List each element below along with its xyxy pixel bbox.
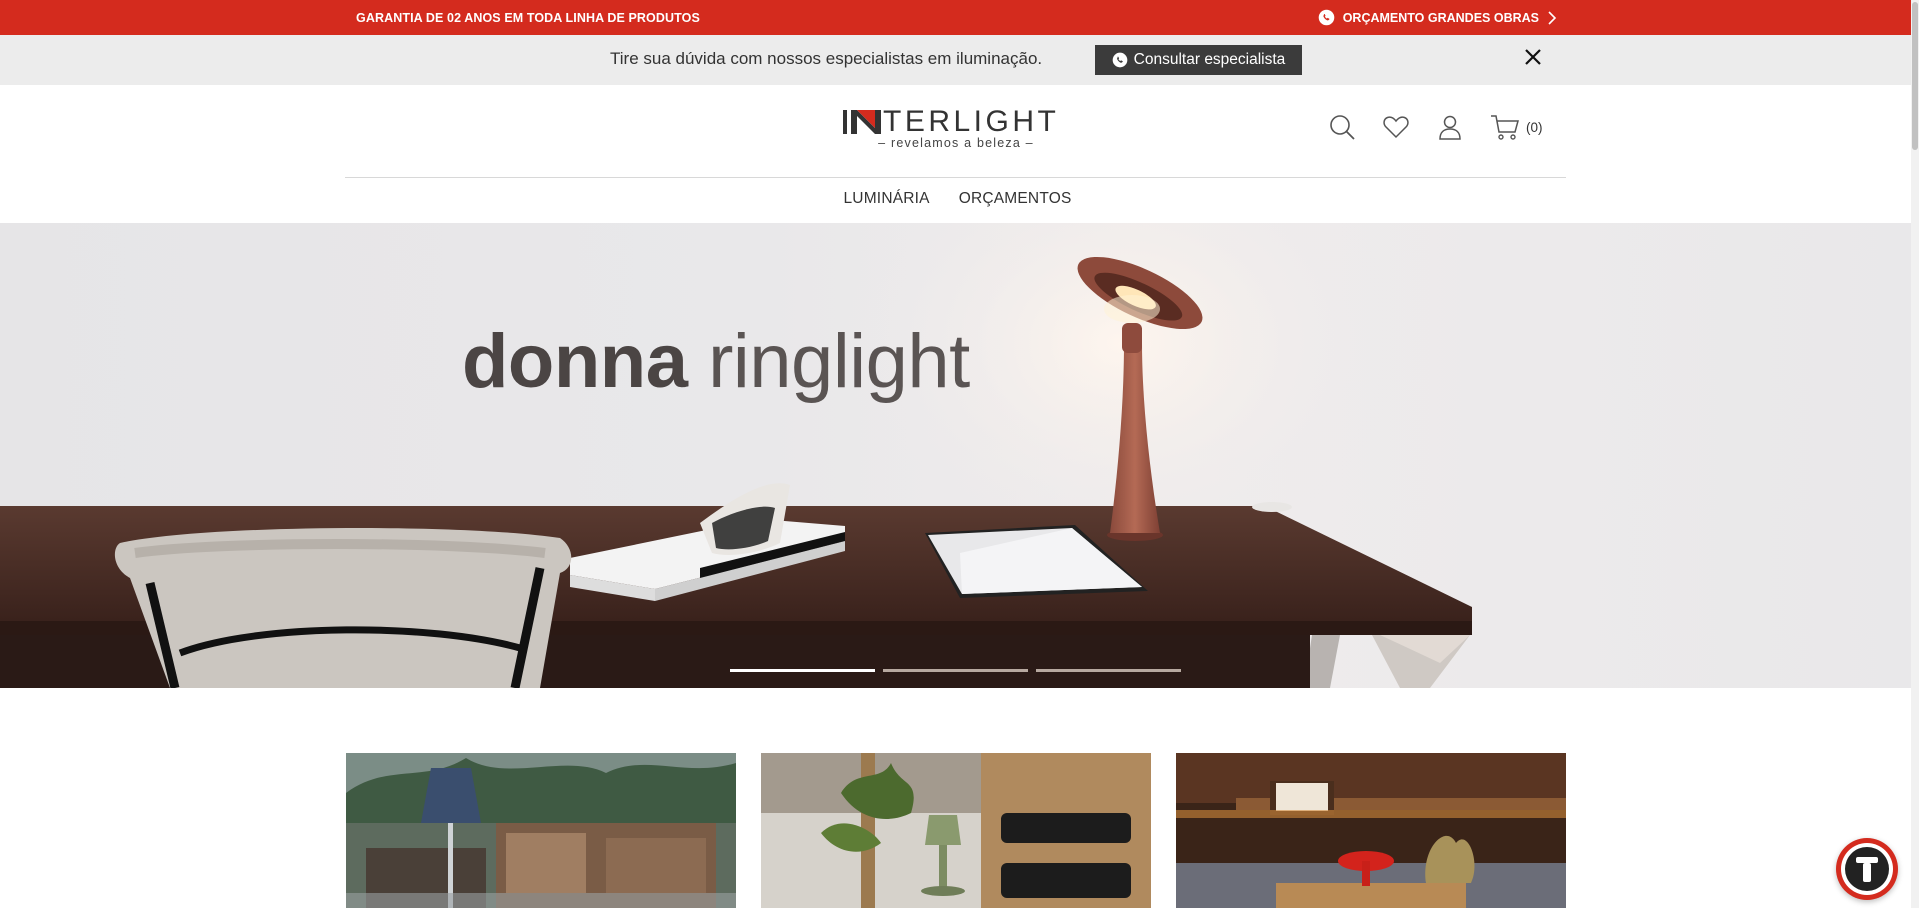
user-icon[interactable] (1436, 113, 1464, 141)
outdoor-lamp-card[interactable] (346, 753, 736, 908)
nav-item-luminaria[interactable]: LUMINÁRIA (843, 190, 929, 208)
header-actions: (0) (1328, 113, 1543, 141)
specialist-promo-strip: Tire sua dúvida com nossos especialistas… (0, 35, 1911, 85)
header-divider (345, 177, 1566, 178)
chat-widget-button[interactable] (1836, 838, 1898, 900)
consult-specialist-button[interactable]: Consultar especialista (1095, 45, 1302, 75)
logo-i-stroke (843, 110, 847, 134)
carousel-dot-1[interactable] (730, 669, 875, 672)
page-scrollbar[interactable] (1911, 0, 1919, 908)
carousel-indicators (730, 669, 1181, 672)
specialist-message: Tire sua dúvida com nossos especialistas… (610, 49, 1043, 68)
large-projects-quote-link[interactable]: ORÇAMENTO GRANDES OBRAS (1318, 9, 1557, 26)
logo-tagline: – revelamos a beleza – (878, 136, 1034, 150)
chat-widget-ring (1841, 843, 1893, 895)
nav-item-orcamentos[interactable]: ORÇAMENTOS (959, 190, 1072, 208)
mushroom-lamp-card[interactable] (1176, 753, 1566, 908)
main-nav: LUMINÁRIA ORÇAMENTOS (0, 190, 1911, 208)
mushroom-lamp-image (1176, 753, 1566, 908)
outdoor-lamp-image (346, 753, 736, 908)
cart-button[interactable]: (0) (1490, 113, 1543, 141)
hero-title-light: ringlight (708, 319, 970, 404)
interlight-logo[interactable]: TERLIGHT – revelamos a beleza – (843, 105, 1069, 153)
cart-count: (0) (1526, 119, 1543, 135)
whatsapp-icon (1318, 9, 1334, 26)
warranty-text: GARANTIA DE 02 ANOS EM TODA LINHA DE PRO… (356, 11, 700, 25)
whatsapp-icon (1112, 52, 1128, 68)
top-announcement-bar: GARANTIA DE 02 ANOS EM TODA LINHA DE PRO… (0, 0, 1919, 35)
hero-banner[interactable]: donna ringlight (0, 223, 1911, 688)
close-icon[interactable] (1523, 47, 1543, 67)
chat-widget-core (1845, 847, 1889, 891)
search-icon[interactable] (1328, 113, 1356, 141)
heart-icon[interactable] (1382, 113, 1410, 141)
logo-wordmark: TERLIGHT (843, 105, 1069, 139)
site-header: TERLIGHT – revelamos a beleza – (0) LUMI… (0, 85, 1911, 223)
category-cards (346, 753, 1566, 908)
hero-title: donna ringlight (462, 318, 970, 405)
consult-specialist-label: Consultar especialista (1133, 51, 1286, 68)
cart-icon (1491, 115, 1519, 140)
chat-assistant-icon (1856, 857, 1878, 882)
hero-scene-image (0, 223, 1472, 688)
scrollbar-thumb[interactable] (1912, 2, 1918, 150)
large-projects-quote-label: ORÇAMENTO GRANDES OBRAS (1342, 10, 1539, 25)
hero-title-bold: donna (462, 319, 688, 404)
logo-brand-text: TERLIGHT (883, 105, 1060, 138)
carousel-dot-2[interactable] (883, 669, 1028, 672)
table-lamp-image (761, 753, 1151, 908)
table-lamp-card[interactable] (761, 753, 1151, 908)
chevron-right-icon (1548, 10, 1557, 25)
logo-n-mark-icon (851, 110, 881, 134)
carousel-dot-3[interactable] (1036, 669, 1181, 672)
